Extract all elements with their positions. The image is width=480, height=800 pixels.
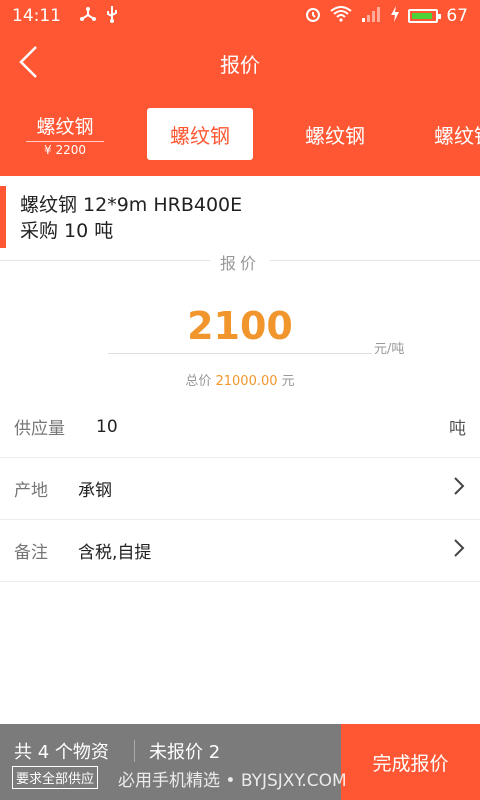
- tab-material-2[interactable]: 螺纹钢: [147, 108, 253, 160]
- tab-label: 螺纹钢: [170, 123, 230, 148]
- signal-icon: [360, 6, 382, 27]
- tab-label: 螺纹钢: [305, 123, 365, 148]
- tab-label: 螺纹钢: [434, 123, 480, 148]
- total-prefix: 总价: [185, 374, 212, 389]
- remarks-row[interactable]: 备注 含税,自提: [0, 520, 480, 582]
- remarks-value: 含税,自提: [78, 543, 152, 563]
- field-label: 产地: [14, 481, 48, 501]
- product-header: 螺纹钢 12*9m HRB400E 采购 10 吨: [0, 186, 480, 248]
- summary-divider: [134, 740, 135, 762]
- page-title: 报价: [220, 52, 260, 77]
- back-button[interactable]: [10, 44, 46, 80]
- complete-quote-button[interactable]: 完成报价: [341, 724, 480, 800]
- origin-value: 承钢: [78, 481, 112, 501]
- material-count: 共 4 个物资: [14, 742, 109, 763]
- total-amount: 21000.00: [215, 374, 278, 389]
- tab-material-4[interactable]: 螺纹钢: [434, 108, 480, 160]
- tab-price: ¥ 2200: [26, 140, 104, 157]
- supply-quantity-input[interactable]: 10: [96, 417, 118, 437]
- back-arrow-icon: [19, 46, 37, 78]
- purchase-quantity: 采购 10 吨: [20, 220, 114, 242]
- field-label: 备注: [14, 543, 48, 563]
- chevron-right-icon: [452, 475, 466, 502]
- product-spec: 螺纹钢 12*9m HRB400E: [20, 194, 243, 216]
- status-time: 14:11: [12, 6, 61, 26]
- battery-level: 67: [446, 6, 468, 26]
- total-unit: 元: [281, 374, 295, 389]
- share-icon: [79, 6, 97, 27]
- quote-section-label: 报价: [0, 250, 480, 274]
- price-unit: 元/吨: [374, 342, 405, 357]
- status-right: 67: [304, 5, 468, 28]
- origin-row[interactable]: 产地 承钢: [0, 458, 480, 520]
- supply-quantity-row[interactable]: 供应量 10 吨: [0, 396, 480, 458]
- tab-label: 螺纹钢: [36, 115, 94, 138]
- request-all-supply-button[interactable]: 要求全部供应: [12, 766, 99, 789]
- chevron-right-icon: [452, 537, 466, 564]
- total-price: 总价 21000.00 元: [0, 370, 480, 389]
- quantity-unit: 吨: [449, 419, 466, 439]
- title-bar: 报价: [0, 32, 480, 94]
- charging-icon: [390, 5, 400, 27]
- tab-material-3[interactable]: 螺纹钢: [300, 108, 370, 160]
- divider-line: [270, 260, 480, 261]
- watermark: 必用手机精选 • BYJSJXY.COM: [118, 771, 347, 791]
- status-bar: 14:11 67: [0, 0, 480, 32]
- battery-icon: [408, 9, 442, 23]
- alarm-icon: [304, 5, 322, 28]
- unquoted-count: 未报价 2: [149, 742, 221, 763]
- material-tabs: 螺纹钢 ¥ 2200 螺纹钢 螺纹钢 螺纹钢: [0, 94, 480, 176]
- usb-icon: [105, 5, 119, 28]
- price-input[interactable]: 2100: [108, 300, 372, 354]
- section-title: 报价: [219, 254, 260, 273]
- wifi-icon: [330, 5, 352, 27]
- status-left: 14:11: [12, 5, 119, 28]
- tab-material-1[interactable]: 螺纹钢 ¥ 2200: [22, 108, 108, 160]
- field-label: 供应量: [14, 419, 65, 439]
